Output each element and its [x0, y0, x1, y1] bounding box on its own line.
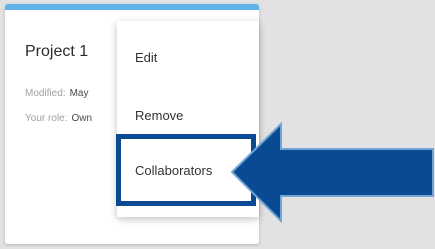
pointer-arrow-icon — [230, 121, 434, 224]
arrow-shape — [230, 121, 434, 224]
screenshot-stage: Project 1 Modified: May Your role: Own Edi… — [0, 0, 435, 249]
